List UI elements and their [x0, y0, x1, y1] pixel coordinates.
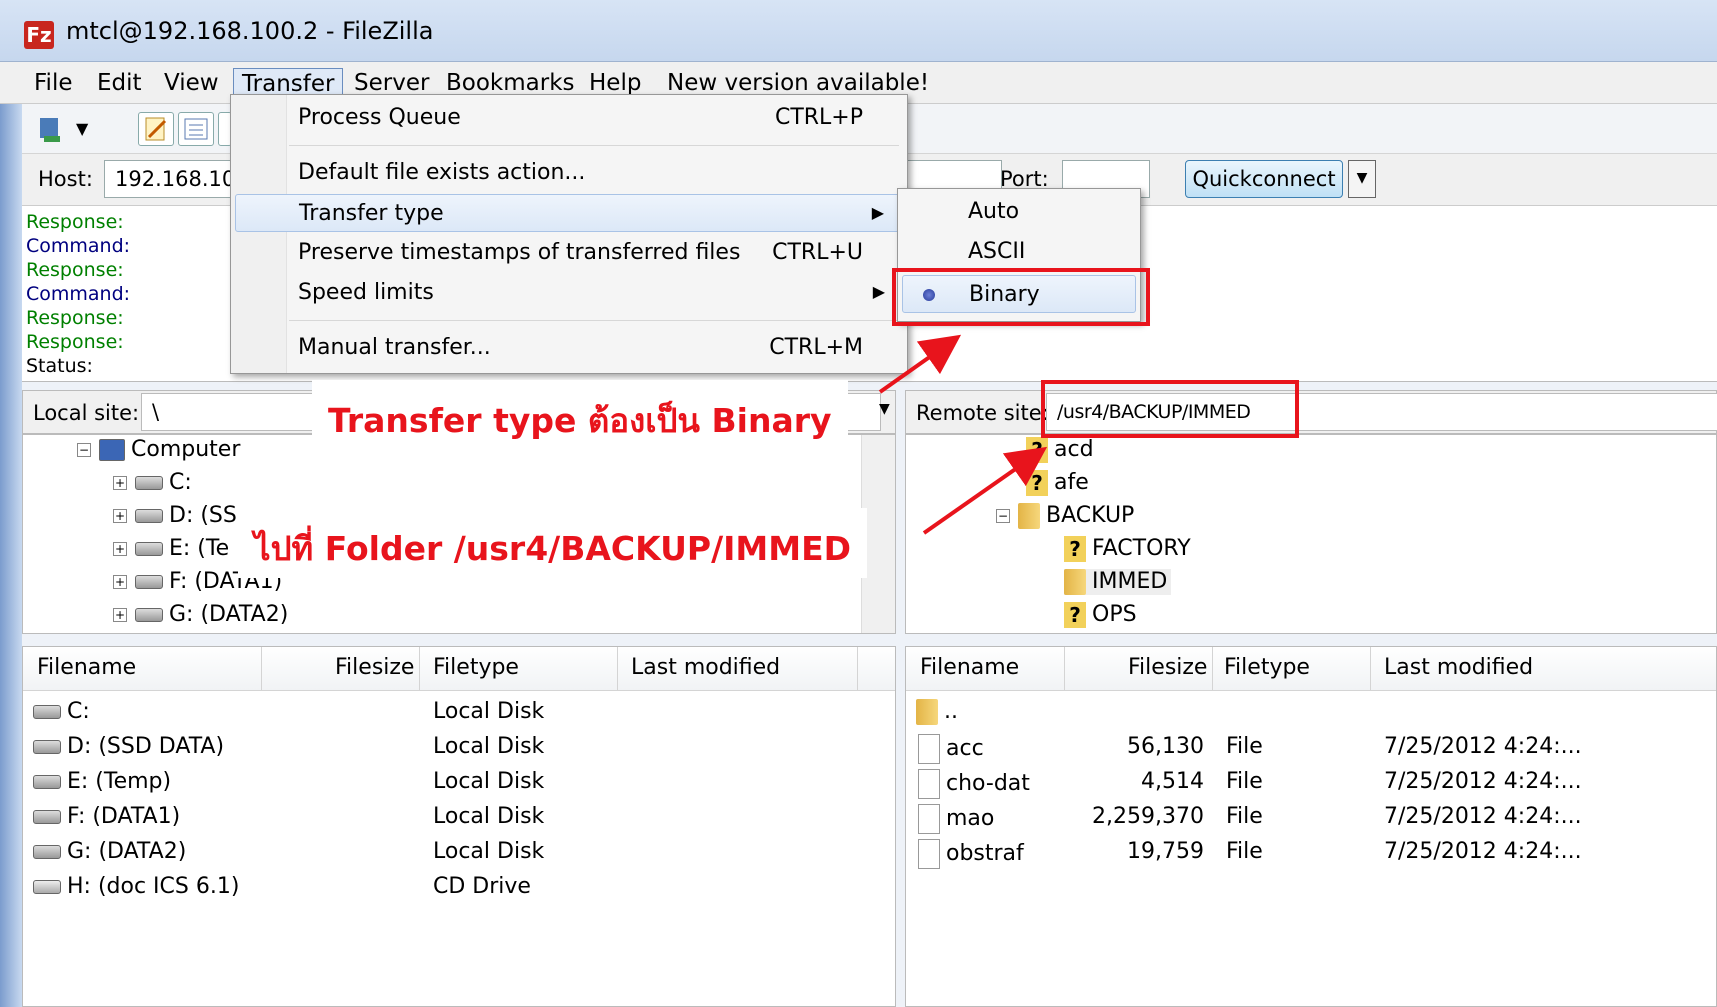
arrow-to-folder [922, 446, 1048, 535]
arrow-to-binary [878, 334, 962, 394]
filezilla-window: Fz mtcl@192.168.100.2 - FileZilla File E… [0, 0, 1717, 1007]
annotation-arrows [878, 334, 1048, 535]
